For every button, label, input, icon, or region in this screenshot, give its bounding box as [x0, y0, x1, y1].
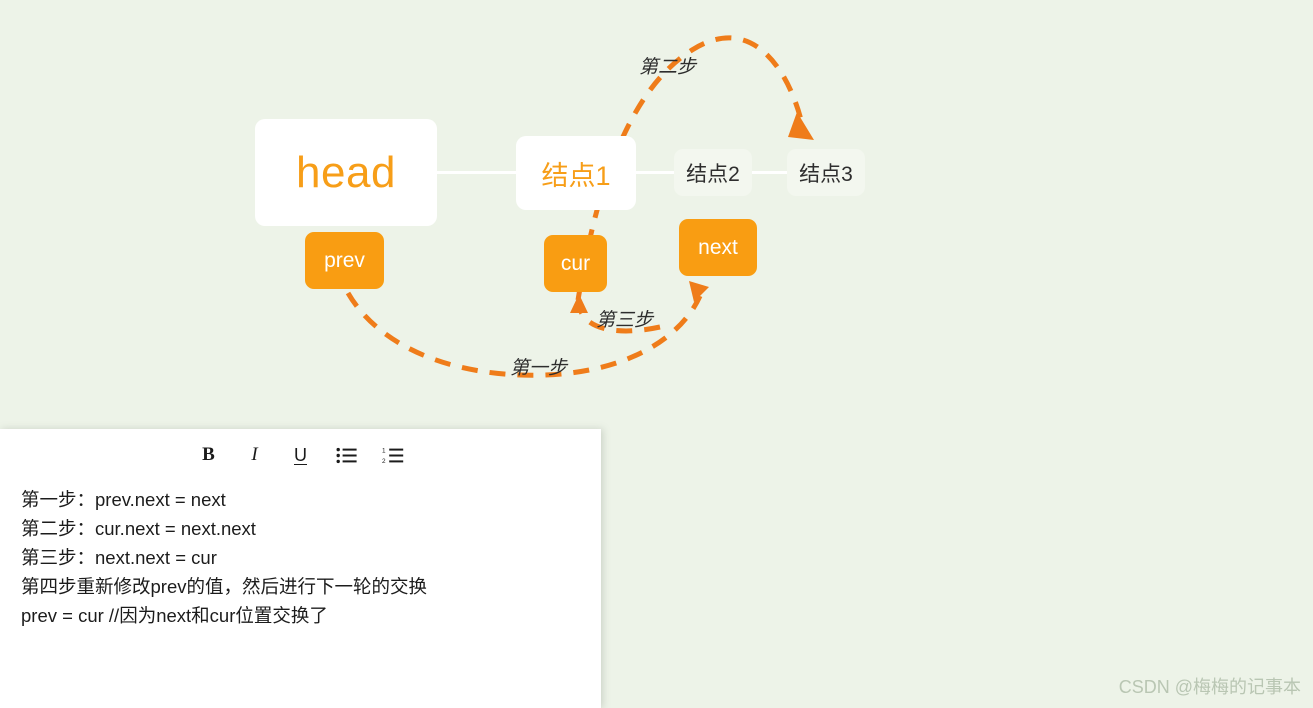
arrowhead-step3	[570, 294, 588, 313]
connector-node2-node3	[748, 171, 791, 174]
node-jiedian2[interactable]: 结点2	[674, 149, 752, 196]
step-label-3: 第三步	[596, 310, 654, 331]
connector-node1-node2	[632, 171, 678, 174]
step-label-2: 第二步	[639, 57, 697, 78]
node-next[interactable]: next	[679, 219, 757, 276]
node-jiedian1[interactable]: 结点1	[516, 136, 636, 210]
arrowhead-step1	[689, 281, 709, 302]
underline-button[interactable]: U	[289, 443, 313, 467]
node-prev[interactable]: prev	[305, 232, 384, 289]
italic-button[interactable]: I	[243, 443, 267, 467]
bullet-list-icon[interactable]	[335, 443, 359, 467]
step-label-1: 第一步	[510, 358, 568, 379]
note-editor-panel: B I U 1 2 第一步：prev.next = next 第二步：cur.n…	[0, 429, 601, 708]
arrowhead-step2	[788, 112, 814, 140]
node-cur[interactable]: cur	[544, 235, 607, 292]
connector-head-node1	[434, 171, 520, 174]
svg-text:2: 2	[382, 458, 386, 464]
node-jiedian3[interactable]: 结点3	[787, 149, 865, 196]
editor-line: prev = cur //因为next和cur位置交换了	[21, 605, 328, 626]
editor-line: 第三步：next.next = cur	[21, 547, 217, 568]
bold-button[interactable]: B	[197, 443, 221, 467]
editor-content[interactable]: 第一步：prev.next = next 第二步：cur.next = next…	[0, 473, 601, 630]
csdn-watermark: CSDN @梅梅的记事本	[1118, 677, 1301, 697]
svg-text:1: 1	[382, 447, 386, 454]
editor-line: 第二步：cur.next = next.next	[21, 518, 256, 539]
editor-line: 第四步重新修改prev的值，然后进行下一轮的交换	[21, 576, 427, 597]
node-head[interactable]: head	[255, 119, 437, 226]
numbered-list-icon[interactable]: 1 2	[381, 443, 405, 467]
editor-toolbar: B I U 1 2	[0, 429, 601, 473]
editor-line: 第一步：prev.next = next	[21, 489, 226, 510]
